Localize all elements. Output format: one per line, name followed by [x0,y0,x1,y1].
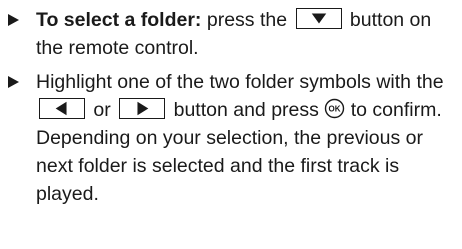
step-followup-text: Depending on your selection, the previou… [36,127,423,205]
ok-button-icon: OK [324,98,345,119]
ok-label: OK [329,105,341,114]
step-text: press the [201,9,288,31]
step-text: or [88,99,117,121]
instruction-step-highlight-folder: Highlight one of the two folder symbols … [6,68,458,208]
right-arrow-key-icon [119,98,166,120]
step-text: button and press [168,99,319,121]
triangle-bullet-icon [8,76,19,88]
instruction-step-select-folder: To select a folder: press the button on … [6,6,458,62]
instruction-page: To select a folder: press the button on … [0,0,462,249]
step-lead: To select a folder: [36,9,202,31]
triangle-bullet-icon [8,14,19,26]
step-text: Highlight one of the two folder symbols … [36,71,444,93]
down-arrow-key-icon [295,8,342,30]
step-text: to confirm. [345,99,442,121]
left-arrow-key-icon [39,98,85,120]
